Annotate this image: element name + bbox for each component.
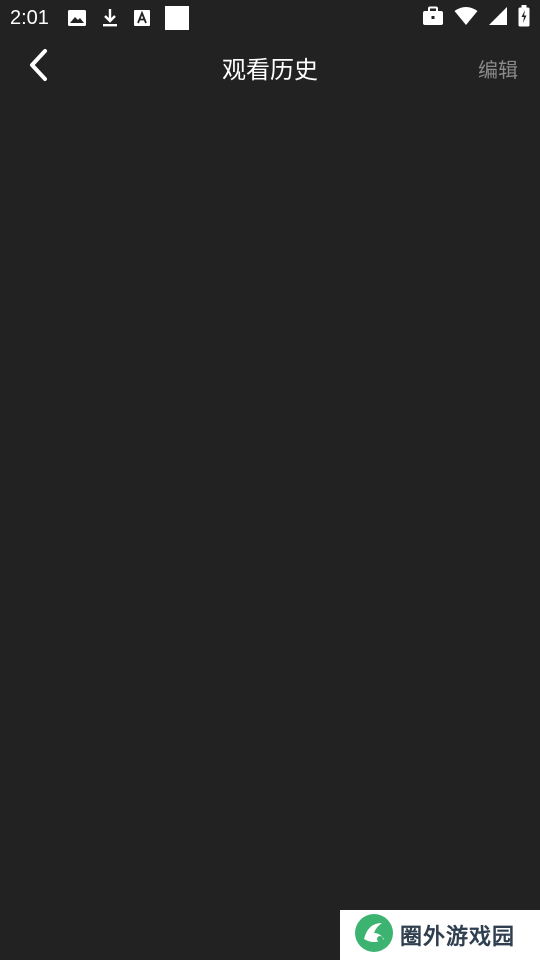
edit-button[interactable]: 编辑: [478, 54, 518, 83]
font-a-icon: [133, 9, 151, 27]
battery-charging-icon: [518, 5, 530, 31]
status-left: 2:01: [10, 6, 203, 30]
header-bar: 观看历史 编辑: [0, 36, 540, 98]
status-bar: 2:01: [0, 0, 540, 36]
leaf-logo-icon: [354, 913, 394, 957]
wifi-icon: [454, 6, 478, 30]
watermark-badge: 圈外游戏园: [340, 910, 540, 960]
image-icon: [67, 9, 87, 27]
download-icon: [101, 8, 119, 28]
briefcase-icon: [422, 6, 444, 30]
page-title: 观看历史: [222, 56, 318, 84]
watermark-text: 圈外游戏园: [400, 925, 516, 950]
white-square-icon: [164, 6, 189, 30]
status-right: [422, 5, 530, 31]
history-list-empty: [0, 98, 540, 910]
signal-icon: [488, 6, 508, 30]
status-time: 2:01: [10, 6, 49, 29]
